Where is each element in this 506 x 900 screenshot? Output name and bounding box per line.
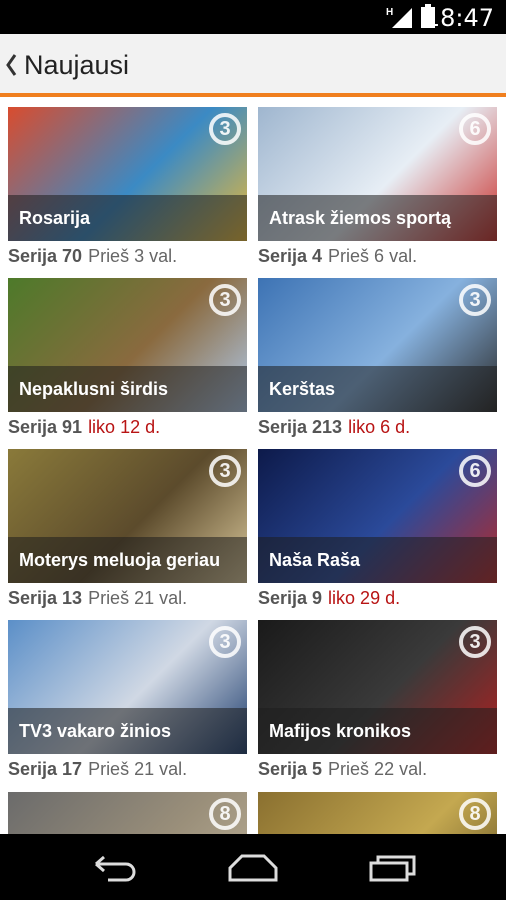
show-title: Mafijos kronikos [269, 721, 412, 741]
navigation-bar [0, 834, 506, 900]
network-type: H [386, 7, 393, 18]
channel-logo-icon: 6 [459, 455, 491, 487]
episode-thumbnail[interactable]: 3 Mafijos kronikos [258, 620, 497, 754]
episode-grid[interactable]: 3 Rosarija Serija 70 Prieš 3 val. 6 Atrask ži… [0, 101, 506, 834]
back-chevron-icon[interactable] [4, 52, 18, 78]
channel-logo-icon: 3 [209, 455, 241, 487]
channel-logo-icon: 3 [209, 284, 241, 316]
recent-apps-icon[interactable] [368, 852, 418, 882]
episode-thumbnail[interactable]: 3 Nepaklusni širdis [8, 278, 247, 412]
episode-meta: Serija 5 Prieš 22 val. [258, 756, 497, 782]
episode-thumbnail[interactable]: 8 [8, 792, 247, 834]
episode-thumbnail[interactable]: 6 Atrask žiemos sportą [258, 107, 497, 241]
episode-card[interactable]: 3 Rosarija Serija 70 Prieš 3 val. [8, 107, 247, 269]
expiry-label: liko 12 d. [88, 417, 161, 437]
episode-card[interactable]: 3 Moterys meluoja geriau Serija 13 Prieš 21… [8, 449, 247, 611]
channel-logo-icon: 3 [459, 284, 491, 316]
episode-meta: Serija 4 Prieš 6 val. [258, 243, 497, 269]
status-time: 18:47 [424, 4, 494, 32]
channel-logo-icon: 3 [459, 626, 491, 658]
aired-time: Prieš 21 val. [88, 588, 188, 608]
signal-icon: H [386, 6, 412, 28]
episode-number: Serija 13 [8, 588, 83, 608]
episode-thumbnail[interactable]: 3 TV3 vakaro žinios [8, 620, 247, 754]
episode-number: Serija 5 [258, 759, 323, 779]
episode-card[interactable]: 6 Naša Raša Serija 9 liko 29 d. [258, 449, 497, 611]
channel-logo-icon: 8 [209, 798, 241, 830]
aired-time: Prieš 21 val. [88, 759, 188, 779]
episode-thumbnail[interactable]: 6 Naša Raša [258, 449, 497, 583]
aired-time: Prieš 6 val. [328, 246, 418, 266]
episode-number: Serija 4 [258, 246, 323, 266]
episode-meta: Serija 9 liko 29 d. [258, 585, 497, 611]
channel-logo-icon: 3 [209, 113, 241, 145]
action-bar: Naujausi [0, 34, 506, 97]
show-title: Kerštas [269, 379, 336, 399]
episode-number: Serija 70 [8, 246, 83, 266]
back-icon[interactable] [88, 852, 138, 882]
episode-meta: Serija 70 Prieš 3 val. [8, 243, 247, 269]
expiry-label: liko 6 d. [348, 417, 411, 437]
status-bar: H 18:47 [0, 0, 506, 34]
show-title: TV3 vakaro žinios [19, 721, 172, 741]
episode-thumbnail[interactable]: 3 Kerštas [258, 278, 497, 412]
show-title: Naša Raša [269, 550, 361, 570]
episode-card[interactable]: 8 [258, 792, 497, 834]
home-icon[interactable] [228, 852, 278, 882]
episode-card[interactable]: 3 Kerštas Serija 213 liko 6 d. [258, 278, 497, 440]
page-title[interactable]: Naujausi [24, 50, 129, 81]
aired-time: Prieš 22 val. [328, 759, 428, 779]
channel-logo-icon: 6 [459, 113, 491, 145]
show-title: Rosarija [19, 208, 91, 228]
channel-logo-icon: 8 [459, 798, 491, 830]
episode-thumbnail[interactable]: 8 [258, 792, 497, 834]
episode-meta: Serija 13 Prieš 21 val. [8, 585, 247, 611]
expiry-label: liko 29 d. [328, 588, 401, 608]
episode-card[interactable]: 3 Nepaklusni širdis Serija 91 liko 12 d. [8, 278, 247, 440]
episode-thumbnail[interactable]: 3 Rosarija [8, 107, 247, 241]
episode-number: Serija 213 [258, 417, 343, 437]
episode-card[interactable]: 6 Atrask žiemos sportą Serija 4 Prieš 6 val… [258, 107, 497, 269]
episode-meta: Serija 91 liko 12 d. [8, 414, 247, 440]
episode-meta: Serija 213 liko 6 d. [258, 414, 497, 440]
episode-card[interactable]: 3 Mafijos kronikos Serija 5 Prieš 22 val. [258, 620, 497, 782]
episode-card[interactable]: 3 TV3 vakaro žinios Serija 17 Prieš 21 val. [8, 620, 247, 782]
episode-meta: Serija 17 Prieš 21 val. [8, 756, 247, 782]
episode-number: Serija 17 [8, 759, 83, 779]
show-title: Nepaklusni širdis [19, 379, 169, 399]
aired-time: Prieš 3 val. [88, 246, 178, 266]
show-title: Atrask žiemos sportą [269, 208, 452, 228]
episode-thumbnail[interactable]: 3 Moterys meluoja geriau [8, 449, 247, 583]
channel-logo-icon: 3 [209, 626, 241, 658]
episode-number: Serija 9 [258, 588, 323, 608]
episode-card[interactable]: 8 [8, 792, 247, 834]
show-title: Moterys meluoja geriau [19, 550, 221, 570]
episode-number: Serija 91 [8, 417, 83, 437]
